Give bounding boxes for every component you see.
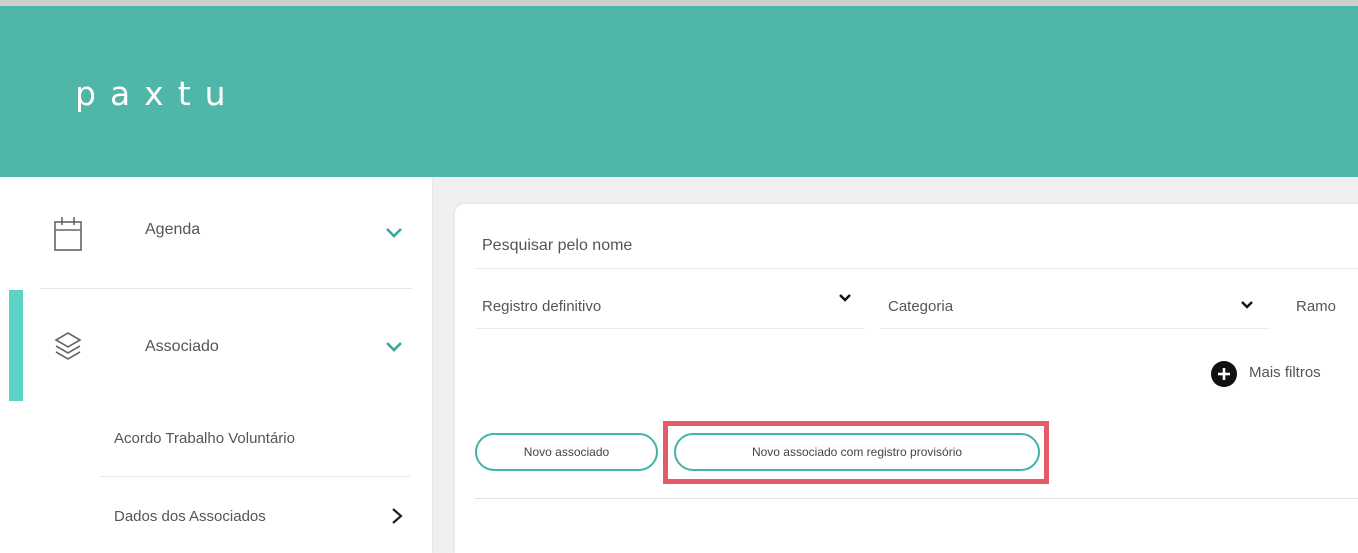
sidebar-divider [40,288,412,289]
select-underline [880,328,1270,329]
search-input[interactable]: Pesquisar pelo nome [482,237,632,255]
categoria-select[interactable]: Categoria [888,298,953,315]
search-underline [475,268,1358,269]
novo-associado-button[interactable]: Novo associado [475,433,658,471]
sidebar-item-label: Associado [145,338,219,355]
layers-icon [54,332,82,360]
chevron-down-icon[interactable] [384,340,404,354]
plus-icon [1218,368,1230,380]
content-divider [475,498,1358,499]
chevron-down-icon[interactable] [1240,300,1254,310]
ramo-select[interactable]: Ramo [1296,298,1336,315]
select-underline [475,328,865,329]
chevron-right-icon[interactable] [390,507,404,525]
chevron-down-icon[interactable] [838,293,852,303]
chevron-down-icon[interactable] [384,226,404,240]
registro-select[interactable]: Registro definitivo [482,298,601,315]
sidebar-divider [100,476,410,477]
calendar-icon [54,217,82,251]
more-filters-link[interactable]: Mais filtros [1249,364,1321,381]
sidebar-item-associado[interactable]: Associado [0,290,432,402]
sidebar-item-label: Agenda [145,221,201,238]
highlight-box [663,421,1049,484]
paxtu-logo[interactable]: paxtu [75,74,240,113]
app-header: paxtu [0,6,1358,177]
sidebar-subitem-acordo[interactable]: Acordo Trabalho Voluntário [114,430,295,447]
plus-circle-icon[interactable] [1211,361,1237,387]
sidebar-item-agenda[interactable]: Agenda [0,177,432,289]
sidebar-subitem-dados[interactable]: Dados dos Associados [114,508,266,525]
